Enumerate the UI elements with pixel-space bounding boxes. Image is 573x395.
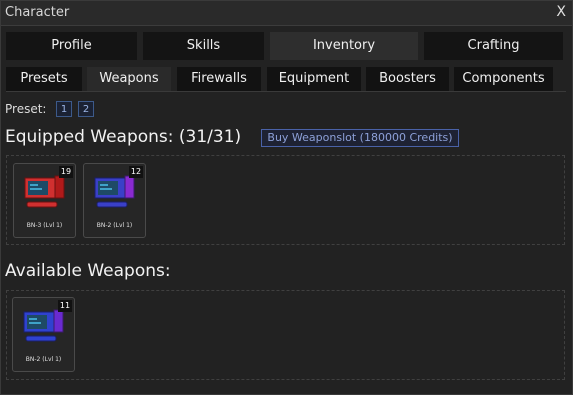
subtab-components[interactable]: Components <box>454 67 553 91</box>
weapon-name: BN-3 (Lvl 1) <box>26 222 63 229</box>
weapon-card-bn2-available[interactable]: 11 BN-2 (Lvl 1) <box>12 297 75 372</box>
subtab-presets[interactable]: Presets <box>6 67 82 91</box>
weapon-computer-icon <box>94 175 135 208</box>
preset-label: Preset: <box>5 102 47 116</box>
available-weapons-area[interactable]: 11 BN-2 (Lvl 1) <box>6 290 565 380</box>
character-window: Character X Profile Skills Inventory Cra… <box>0 0 573 395</box>
weapon-name: BN-2 (Lvl 1) <box>96 222 133 229</box>
weapon-computer-icon <box>23 309 64 342</box>
weapon-count-badge: 12 <box>129 166 143 178</box>
window-title: Character <box>5 5 70 20</box>
weapon-card-bn3[interactable]: 19 BN-3 (Lvl 1) <box>13 163 76 238</box>
weapon-card-bn2[interactable]: 12 BN-2 (Lvl 1) <box>83 163 146 238</box>
inventory-sub-tab-bar: Presets Weapons Firewalls Equipment Boos… <box>6 67 566 92</box>
main-tab-bar: Profile Skills Inventory Crafting <box>6 32 566 60</box>
tab-profile[interactable]: Profile <box>6 32 137 60</box>
available-weapons-heading: Available Weapons: <box>5 261 171 281</box>
subtab-equipment[interactable]: Equipment <box>267 67 361 91</box>
tab-inventory[interactable]: Inventory <box>270 32 418 60</box>
weapon-count-badge: 19 <box>59 166 73 178</box>
weapon-count-badge: 11 <box>58 300 72 312</box>
equipped-weapons-slot-area[interactable]: 19 BN-3 (Lvl 1) 12 BN-2 (Lvl 1) <box>6 155 565 245</box>
subtab-firewalls[interactable]: Firewalls <box>177 67 261 91</box>
title-bar[interactable]: Character X <box>1 1 572 26</box>
subtab-boosters[interactable]: Boosters <box>366 67 449 91</box>
preset-2-button[interactable]: 2 <box>78 101 94 117</box>
preset-1-button[interactable]: 1 <box>56 101 72 117</box>
tab-crafting[interactable]: Crafting <box>424 32 563 60</box>
close-button[interactable]: X <box>556 4 566 20</box>
equipped-weapons-heading: Equipped Weapons: (31/31) <box>5 127 242 147</box>
subtab-weapons[interactable]: Weapons <box>87 67 171 91</box>
weapon-name: BN-2 (Lvl 1) <box>25 356 62 363</box>
buy-weaponslot-button[interactable]: Buy Weaponslot (180000 Credits) <box>261 129 459 147</box>
tab-skills[interactable]: Skills <box>143 32 264 60</box>
weapon-computer-icon <box>24 175 65 208</box>
